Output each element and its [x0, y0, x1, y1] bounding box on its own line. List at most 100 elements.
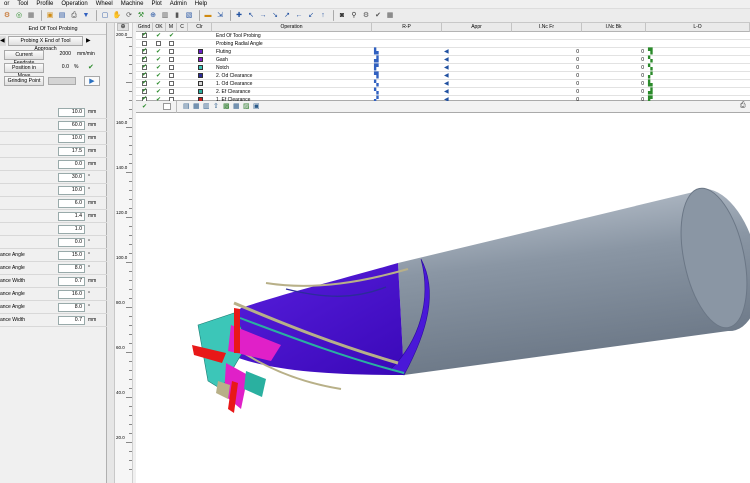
- move-up-icon[interactable]: ⇧: [213, 102, 219, 110]
- appr-icon[interactable]: ◀: [444, 65, 450, 71]
- color-swatch[interactable]: [198, 73, 203, 78]
- lo-icon[interactable]: ▙: [648, 81, 654, 87]
- lo-icon[interactable]: ▚: [648, 65, 654, 71]
- lo-icon[interactable]: ▚: [648, 57, 654, 63]
- parameter-input[interactable]: 10.0: [58, 134, 85, 143]
- parameter-input[interactable]: 8.0: [58, 303, 85, 312]
- rp-icon[interactable]: ▛: [374, 65, 380, 71]
- table-row[interactable]: Probing Radial Angle: [136, 40, 750, 48]
- folder-icon[interactable]: ▬: [203, 11, 213, 21]
- panel-splitter[interactable]: [107, 23, 115, 483]
- m-checkbox[interactable]: [169, 49, 174, 54]
- target-icon[interactable]: ◎: [14, 11, 24, 21]
- arrow-right-icon[interactable]: →: [258, 11, 268, 21]
- color-swatch[interactable]: [198, 49, 203, 54]
- print-icon[interactable]: ⎙: [69, 11, 79, 21]
- check-icon[interactable]: ✔: [88, 63, 94, 71]
- position-in-move-button[interactable]: Position in Move: [4, 63, 44, 79]
- m-checkbox[interactable]: [169, 57, 174, 62]
- col-lo[interactable]: L-O: [646, 23, 750, 32]
- menu-tool[interactable]: Tool: [13, 0, 32, 9]
- parameter-input[interactable]: 1.4: [58, 212, 85, 221]
- grinding-point-slider[interactable]: [48, 77, 76, 85]
- lo-icon[interactable]: ▜: [648, 49, 654, 55]
- color-swatch[interactable]: [198, 89, 203, 94]
- parameter-input[interactable]: 30.0: [58, 173, 85, 182]
- open-icon[interactable]: ▣: [45, 11, 55, 21]
- settings-icon[interactable]: ⚙: [361, 11, 371, 21]
- camera-icon[interactable]: ◙: [337, 11, 347, 21]
- chevron-right-icon[interactable]: ▶: [86, 36, 96, 46]
- col-c[interactable]: C: [177, 23, 188, 32]
- menu-wheel[interactable]: Wheel: [92, 0, 117, 9]
- parameter-input[interactable]: 6.0: [58, 199, 85, 208]
- tool-model[interactable]: [136, 113, 750, 483]
- parameter-input[interactable]: 17.5: [58, 147, 85, 156]
- zoom-icon[interactable]: ⊕: [148, 11, 158, 21]
- play-icon[interactable]: ▶: [84, 76, 100, 86]
- lo-icon[interactable]: ▞: [648, 73, 654, 79]
- rotate-icon[interactable]: ⟳: [124, 11, 134, 21]
- menu-operation[interactable]: Operation: [57, 0, 91, 9]
- table-row[interactable]: ✔ ✔ 2. Ef Clearance ▚ ◀ ▟ 0 0: [136, 88, 750, 96]
- table-icon[interactable]: ▦: [193, 102, 200, 110]
- parameter-input[interactable]: 1.0: [58, 225, 85, 234]
- gear-icon[interactable]: ⚙: [2, 11, 12, 21]
- grid-options-icon[interactable]: ▦: [385, 11, 395, 21]
- ok-checkbox[interactable]: [156, 41, 161, 46]
- menu-help[interactable]: Help: [191, 0, 211, 9]
- color-swatch[interactable]: [198, 65, 203, 70]
- parameter-input[interactable]: 0.7: [58, 277, 85, 286]
- save-icon[interactable]: ▤: [57, 11, 67, 21]
- arrow-up-right-icon[interactable]: ↗: [282, 11, 292, 21]
- grid-view-icon[interactable]: ▦: [233, 102, 240, 110]
- arrow-left-icon[interactable]: ←: [294, 11, 304, 21]
- col-rp[interactable]: R-P: [372, 23, 442, 32]
- book-icon[interactable]: ▮: [172, 11, 182, 21]
- grind-checkbox[interactable]: [142, 41, 147, 46]
- color-swatch[interactable]: [198, 57, 203, 62]
- col-ok[interactable]: OK: [153, 23, 166, 32]
- m-checkbox[interactable]: [169, 41, 174, 46]
- rp-icon[interactable]: ▙: [374, 49, 380, 55]
- image-icon[interactable]: ▩: [223, 102, 230, 110]
- check-icon[interactable]: ✔: [373, 11, 383, 21]
- menu-plot[interactable]: Plot: [147, 0, 165, 9]
- arrow-down-right-icon[interactable]: ↘: [270, 11, 280, 21]
- parameter-input[interactable]: 10.0: [58, 186, 85, 195]
- appr-icon[interactable]: ◀: [444, 49, 450, 55]
- table-row[interactable]: ✔ ✔ Fluting ▙ ◀ ▜ 0 0: [136, 48, 750, 56]
- add-icon[interactable]: ✚: [234, 11, 244, 21]
- hand-icon[interactable]: ✋: [112, 11, 122, 21]
- lo-icon[interactable]: ▟: [648, 89, 654, 95]
- checkbox-all[interactable]: [163, 103, 171, 110]
- col-appr[interactable]: Appr: [442, 23, 512, 32]
- m-checkbox[interactable]: [169, 81, 174, 86]
- current-feedrate-button[interactable]: Current Feedrate: [4, 50, 44, 66]
- export-icon[interactable]: ⇲: [215, 11, 225, 21]
- probe-icon[interactable]: ▤: [183, 102, 190, 110]
- collapse-arrow-icon[interactable]: ◀: [0, 36, 6, 46]
- col-inc-bk[interactable]: I.Nc Bk: [582, 23, 646, 32]
- grinding-point-button[interactable]: Grinding Point: [4, 76, 44, 86]
- arrow-down-left-icon[interactable]: ↙: [306, 11, 316, 21]
- parameter-input[interactable]: 16.0: [58, 290, 85, 299]
- print-icon[interactable]: ⎙: [740, 102, 746, 110]
- col-m[interactable]: M: [166, 23, 177, 32]
- parameter-input[interactable]: 0.7: [58, 316, 85, 325]
- appr-icon[interactable]: ◀: [444, 73, 450, 79]
- table-row[interactable]: ✔ ✔ 2. Od Clearance ▜ ◀ ▞ 0 0: [136, 72, 750, 80]
- menu-machine[interactable]: Machine: [117, 0, 148, 9]
- table-row[interactable]: ✔ ✔ Gash ▟ ◀ ▚ 0 0: [136, 56, 750, 64]
- rp-icon[interactable]: ▚: [374, 81, 380, 87]
- image-icon[interactable]: ▢: [100, 11, 110, 21]
- col-clr[interactable]: Clr: [188, 23, 212, 32]
- col-operation[interactable]: Operation: [212, 23, 372, 32]
- appr-icon[interactable]: ◀: [444, 89, 450, 95]
- parameter-input[interactable]: 0.0: [58, 238, 85, 247]
- window-icon[interactable]: ▥: [160, 11, 170, 21]
- appr-icon[interactable]: ◀: [444, 57, 450, 63]
- table-row[interactable]: ✔ ✔ ✔ End Of Tool Probing: [136, 32, 750, 40]
- arrow-up-left-icon[interactable]: ↖: [246, 11, 256, 21]
- menu-admin[interactable]: Admin: [166, 0, 191, 9]
